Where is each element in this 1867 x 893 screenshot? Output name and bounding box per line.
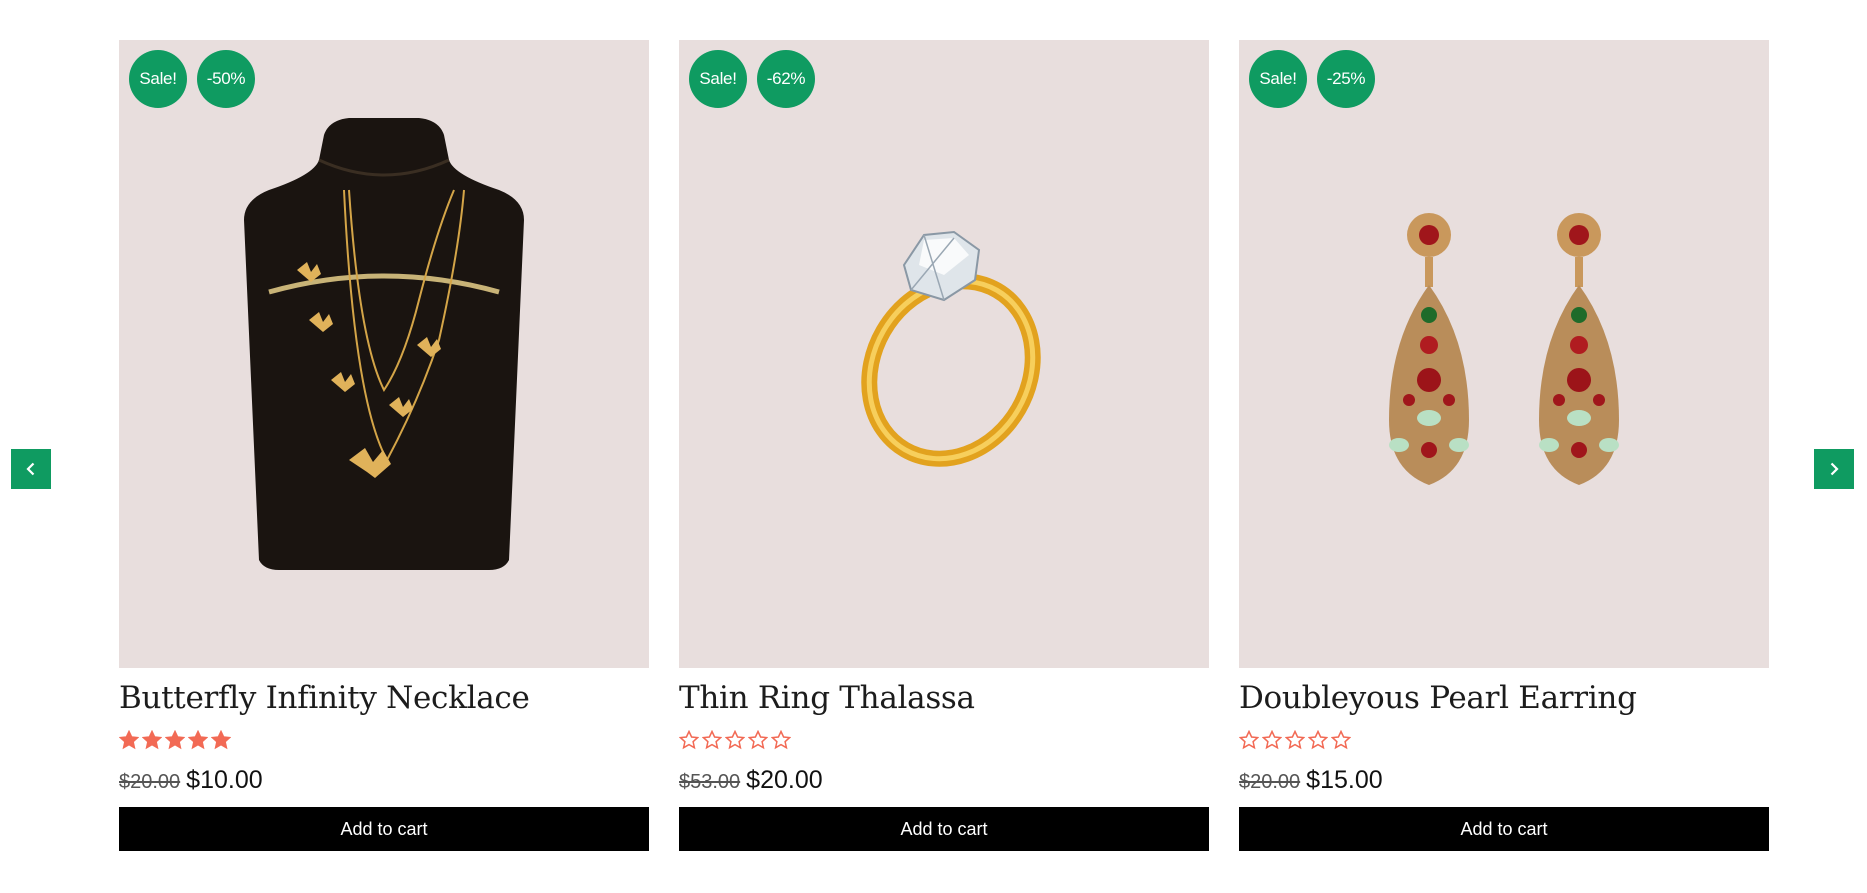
product-image-link[interactable]: Sale! -50% [119,40,649,668]
star-rating [1239,730,1769,754]
original-price: $20.00 [1239,771,1301,793]
star-icon [165,730,185,750]
star-icon [211,730,231,750]
star-icon [119,730,139,750]
discount-badge: -50% [197,50,255,108]
product-title[interactable]: Butterfly Infinity Necklace [119,680,649,720]
carousel-next-button[interactable] [1814,449,1854,489]
product-title[interactable]: Doubleyous Pearl Earring [1239,680,1769,720]
star-icon [725,730,745,750]
star-icon [1308,730,1328,750]
star-icon [1285,730,1305,750]
sale-badge: Sale! [689,50,747,108]
discount-badge: -25% [1317,50,1375,108]
original-price: $53.00 [679,771,741,793]
product-card: Sale! -50% Butterfly Infinity Necklace $… [119,40,649,851]
chevron-right-icon [1830,462,1839,476]
add-to-cart-button[interactable]: Add to cart [119,807,649,851]
product-price: $53.00 $20.00 [679,766,1209,796]
product-card: Sale! -62% Thin Ring Thalassa $53.00 $20… [679,40,1209,851]
star-icon [1331,730,1351,750]
add-to-cart-button[interactable]: Add to cart [679,807,1209,851]
product-image-link[interactable]: Sale! -25% [1239,40,1769,668]
star-icon [702,730,722,750]
product-price: $20.00 $10.00 [119,766,649,796]
star-icon [679,730,699,750]
earring-image [1389,213,1619,485]
product-image-link[interactable]: Sale! -62% [679,40,1209,668]
product-title[interactable]: Thin Ring Thalassa [679,680,1209,720]
chevron-left-icon [26,462,35,476]
original-price: $20.00 [119,771,181,793]
sale-price: $10.00 [186,766,263,794]
carousel-prev-button[interactable] [11,449,51,489]
product-card: Sale! -25% Doubleyous Pearl Earring $20.… [1239,40,1769,851]
sale-price: $20.00 [746,766,823,794]
star-icon [748,730,768,750]
star-icon [142,730,162,750]
sale-badge: Sale! [129,50,187,108]
necklace-image [244,118,524,570]
star-icon [771,730,791,750]
star-rating [679,730,1209,754]
sale-price: $15.00 [1306,766,1383,794]
star-icon [1262,730,1282,750]
add-to-cart-button[interactable]: Add to cart [1239,807,1769,851]
discount-badge: -62% [757,50,815,108]
product-price: $20.00 $15.00 [1239,766,1769,796]
star-rating [119,730,649,754]
product-carousel: Sale! -50% Butterfly Infinity Necklace $… [0,0,1867,893]
sale-badge: Sale! [1249,50,1307,108]
ring-image [861,230,1041,467]
star-icon [1239,730,1259,750]
star-icon [188,730,208,750]
